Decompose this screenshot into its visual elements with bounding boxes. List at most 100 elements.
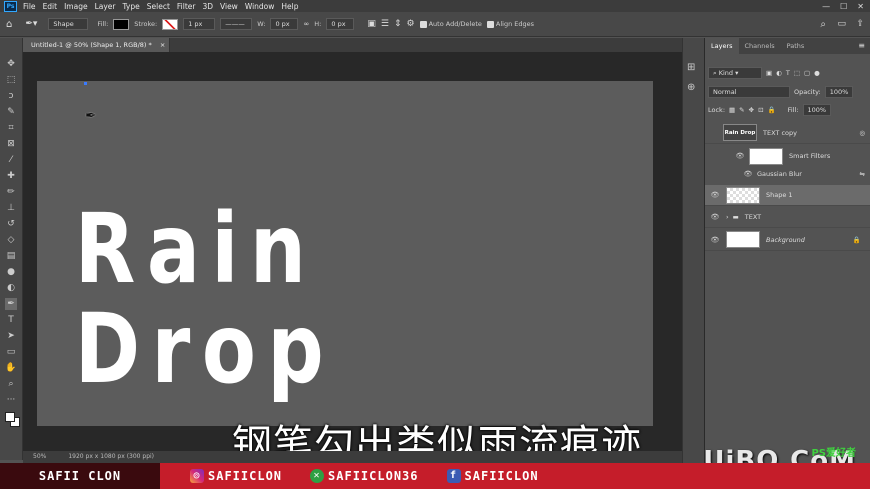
filter-kind-select[interactable]: ⌕ Kind ▾ xyxy=(708,67,762,79)
zoom-tool-icon[interactable]: ⌕ xyxy=(5,378,17,390)
layer-group-text[interactable]: 👁 › ▬ TEXT xyxy=(705,207,870,228)
menu-image[interactable]: Image xyxy=(64,2,88,11)
eyedropper-tool-icon[interactable]: ⁄ xyxy=(5,154,17,166)
minimize-icon[interactable]: — xyxy=(822,2,830,11)
menu-filter[interactable]: Filter xyxy=(177,2,196,11)
tab-channels[interactable]: Channels xyxy=(739,38,781,54)
link-icon[interactable]: ∞ xyxy=(303,20,309,28)
menu-edit[interactable]: Edit xyxy=(43,2,58,11)
menu-file[interactable]: File xyxy=(23,2,36,11)
home-icon[interactable]: ⌂ xyxy=(6,19,12,30)
path-selection-tool-icon[interactable]: ➤ xyxy=(5,330,17,342)
shape-filter-icon[interactable]: ⬚ xyxy=(794,69,800,77)
menu-help[interactable]: Help xyxy=(281,2,298,11)
crop-tool-icon[interactable]: ⌗ xyxy=(5,122,17,134)
rectangle-tool-icon[interactable]: ▭ xyxy=(5,346,17,358)
quick-select-tool-icon[interactable]: ✎ xyxy=(5,106,17,118)
height-field[interactable]: 0 px xyxy=(326,18,355,30)
menu-window[interactable]: Window xyxy=(245,2,275,11)
visibility-icon[interactable]: 👁 xyxy=(708,213,722,221)
layer-background[interactable]: 👁 Background 🔒 xyxy=(705,229,870,251)
filter-toggle-icon[interactable]: ● xyxy=(814,69,820,77)
lock-position-icon[interactable]: ✥ xyxy=(749,106,754,114)
history-brush-tool-icon[interactable]: ↺ xyxy=(5,218,17,230)
blur-tool-icon[interactable]: ● xyxy=(5,266,17,278)
eraser-tool-icon[interactable]: ◇ xyxy=(5,234,17,246)
dodge-tool-icon[interactable]: ◐ xyxy=(5,282,17,294)
visibility-icon[interactable]: 👁 xyxy=(741,170,755,178)
marquee-tool-icon[interactable]: ⬚ xyxy=(5,74,17,86)
path-arrangement-icon[interactable]: ⇕ xyxy=(394,19,402,29)
social-links: ◎ SAFIICLON ✕ SAFIICLON36 f SAFIICLON xyxy=(160,463,870,489)
zoom-level[interactable]: 50% xyxy=(33,451,46,463)
maximize-icon[interactable]: ☐ xyxy=(840,2,847,11)
fill-field[interactable]: 100% xyxy=(802,104,832,116)
document-info[interactable]: 1920 px x 1080 px (300 ppi) xyxy=(68,451,154,463)
lock-artboard-icon[interactable]: ⊡ xyxy=(758,106,763,114)
document-canvas[interactable]: Rain Drop ✒ xyxy=(37,81,653,426)
brush-tool-icon[interactable]: ✏ xyxy=(5,186,17,198)
pen-tool-icon[interactable]: ✒ xyxy=(5,298,17,310)
menu-3d[interactable]: 3D xyxy=(202,2,213,11)
hand-tool-icon[interactable]: ✋ xyxy=(5,362,17,374)
auto-add-delete-checkbox[interactable]: Auto Add/Delete xyxy=(419,20,482,28)
visibility-icon[interactable]: 👁 xyxy=(708,191,722,199)
close-tab-icon[interactable]: × xyxy=(160,41,165,49)
menu-view[interactable]: View xyxy=(220,2,238,11)
menu-select[interactable]: Select xyxy=(147,2,170,11)
options-bar: ⌂ ✒▾ Shape Fill: Stroke: 1 px ——— W: 0 p… xyxy=(0,12,870,37)
type-tool-icon[interactable]: T xyxy=(5,314,17,326)
layer-shape-1[interactable]: 👁 Shape 1 xyxy=(705,185,870,206)
search-icon[interactable]: ⌕ xyxy=(820,19,826,30)
lock-image-icon[interactable]: ✎ xyxy=(739,106,744,114)
share-icon[interactable]: ⇪ xyxy=(856,19,864,29)
color-swatches-icon[interactable] xyxy=(5,412,20,427)
tab-layers[interactable]: Layers xyxy=(705,38,739,54)
adjustment-filter-icon[interactable]: ◐ xyxy=(776,69,782,77)
healing-brush-tool-icon[interactable]: ✚ xyxy=(5,170,17,182)
document-tab[interactable]: Untitled-1 @ 50% (Shape 1, RGB/8) * × xyxy=(23,38,170,52)
gradient-tool-icon[interactable]: ▤ xyxy=(5,250,17,262)
more-tools-icon[interactable]: ··· xyxy=(5,394,17,406)
stroke-width-field[interactable]: 1 px xyxy=(183,18,216,30)
type-filter-icon[interactable]: T xyxy=(786,69,790,77)
blend-mode-select[interactable]: Normal xyxy=(708,86,790,98)
visibility-icon[interactable]: 👁 xyxy=(708,236,722,244)
properties-panel-icon[interactable]: ⊞ xyxy=(687,62,695,73)
adjustments-panel-icon[interactable]: ⊕ xyxy=(687,82,695,93)
gear-icon[interactable]: ⚙ xyxy=(407,19,415,29)
pen-tool-preset-icon[interactable]: ✒▾ xyxy=(25,19,37,29)
workspace-icon[interactable]: ▭ xyxy=(837,19,846,29)
smart-object-filter-icon[interactable]: ▢ xyxy=(804,69,810,77)
frame-tool-icon[interactable]: ⊠ xyxy=(5,138,17,150)
layer-smart-filters[interactable]: 👁 Smart Filters xyxy=(705,144,870,168)
window-controls: — ☐ ✕ xyxy=(822,0,864,12)
width-field[interactable]: 0 px xyxy=(270,18,299,30)
lock-label: Lock: xyxy=(708,106,726,114)
stroke-swatch[interactable] xyxy=(162,18,179,30)
chevron-right-icon[interactable]: › xyxy=(726,213,729,221)
align-edges-checkbox[interactable]: Align Edges xyxy=(486,20,534,28)
panel-menu-icon[interactable]: ≡ xyxy=(858,41,865,50)
opacity-field[interactable]: 100% xyxy=(824,86,854,98)
shape-mode-select[interactable]: Shape xyxy=(48,18,89,30)
filter-options-icon[interactable]: ⇋ xyxy=(860,170,865,178)
fill-swatch[interactable] xyxy=(113,18,130,30)
smart-filter-icon[interactable]: ◎ xyxy=(859,129,865,137)
visibility-icon[interactable]: 👁 xyxy=(733,152,747,160)
tab-paths[interactable]: Paths xyxy=(781,38,811,54)
clone-stamp-tool-icon[interactable]: ⊥ xyxy=(5,202,17,214)
close-window-icon[interactable]: ✕ xyxy=(857,2,864,11)
layer-text-copy[interactable]: Rain Drop TEXT copy ◎ xyxy=(705,122,870,144)
lock-all-icon[interactable]: 🔒 xyxy=(768,106,776,114)
stroke-type-select[interactable]: ——— xyxy=(220,18,253,30)
move-tool-icon[interactable]: ✥ xyxy=(5,58,17,70)
menu-layer[interactable]: Layer xyxy=(95,2,116,11)
lasso-tool-icon[interactable]: ↄ xyxy=(5,90,17,102)
layer-gaussian-blur[interactable]: 👁 Gaussian Blur ⇋ xyxy=(705,168,870,180)
menu-type[interactable]: Type xyxy=(123,2,140,11)
lock-transparent-icon[interactable]: ▦ xyxy=(729,106,735,114)
path-alignment-icon[interactable]: ☰ xyxy=(381,19,389,29)
path-operations-icon[interactable]: ▣ xyxy=(367,19,376,29)
pixel-filter-icon[interactable]: ▣ xyxy=(766,69,772,77)
